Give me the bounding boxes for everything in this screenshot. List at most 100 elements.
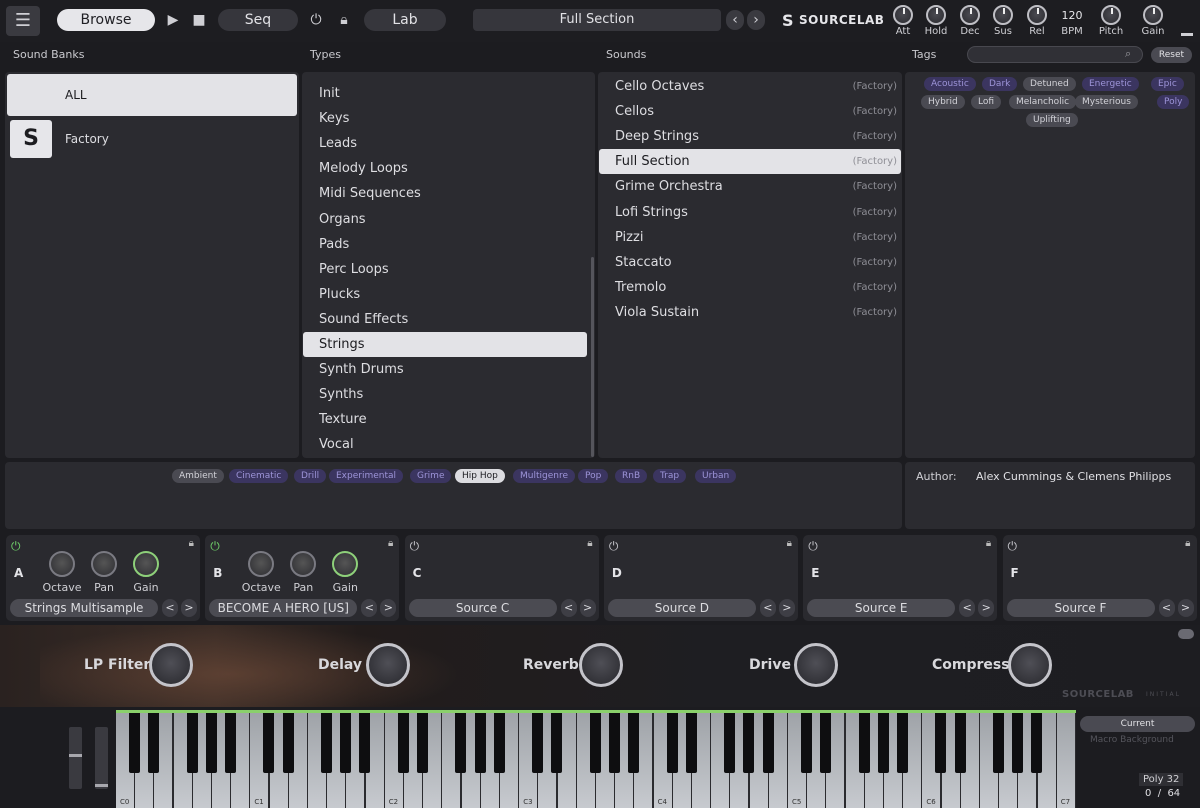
tag-poly[interactable]: Poly bbox=[1157, 95, 1190, 109]
preset-prev-button[interactable]: ‹ bbox=[726, 10, 744, 30]
black-key[interactable] bbox=[359, 713, 371, 773]
black-key[interactable] bbox=[474, 713, 486, 773]
type-item-strings[interactable]: Strings bbox=[303, 332, 587, 357]
black-key[interactable] bbox=[532, 713, 544, 773]
sound-item-staccato[interactable]: Staccato (Factory) bbox=[599, 250, 901, 275]
black-key[interactable] bbox=[340, 713, 352, 773]
hold-knob[interactable] bbox=[926, 5, 946, 25]
browse-button[interactable]: Browse bbox=[57, 9, 155, 31]
type-item-leads[interactable]: Leads bbox=[303, 131, 591, 156]
type-item-plucks[interactable]: Plucks bbox=[303, 282, 591, 307]
gain-knob[interactable] bbox=[1143, 5, 1163, 25]
black-key[interactable] bbox=[205, 713, 217, 773]
black-key[interactable] bbox=[1031, 713, 1043, 773]
type-item-synths[interactable]: Synths bbox=[303, 382, 591, 407]
lab-button[interactable]: Lab bbox=[364, 9, 446, 31]
mod-wheel[interactable] bbox=[95, 727, 108, 789]
lock-icon[interactable]: 🔒︎ bbox=[587, 538, 592, 549]
tag-lofi[interactable]: Lofi bbox=[971, 95, 1002, 109]
black-key[interactable] bbox=[148, 713, 160, 773]
black-key[interactable] bbox=[397, 713, 409, 773]
type-item-init[interactable]: Init bbox=[303, 81, 591, 106]
tag-acoustic[interactable]: Acoustic bbox=[924, 77, 976, 91]
bank-item-all[interactable]: ALL bbox=[7, 74, 297, 116]
att-knob[interactable] bbox=[893, 5, 913, 25]
black-key[interactable] bbox=[321, 713, 332, 773]
macro-knob-drive[interactable] bbox=[794, 643, 838, 687]
black-key[interactable] bbox=[129, 713, 140, 773]
black-key[interactable] bbox=[1012, 713, 1024, 773]
genre-tag-ambient[interactable]: Ambient bbox=[172, 469, 224, 483]
black-key[interactable] bbox=[935, 713, 947, 773]
black-key[interactable] bbox=[628, 713, 640, 773]
black-key[interactable] bbox=[954, 713, 966, 773]
dec-knob[interactable] bbox=[960, 5, 980, 25]
macro-toggle-button[interactable] bbox=[1178, 629, 1194, 639]
gain-knob[interactable] bbox=[332, 551, 359, 577]
types-scrollbar[interactable] bbox=[591, 257, 594, 457]
genre-tag-multigenre[interactable]: Multigenre bbox=[513, 469, 575, 483]
black-key[interactable] bbox=[493, 713, 505, 773]
genre-tag-pop[interactable]: Pop bbox=[578, 469, 609, 483]
pitch-knob[interactable] bbox=[1101, 5, 1121, 25]
preset-next-button[interactable]: › bbox=[747, 10, 765, 30]
type-item-midi-sequences[interactable]: Midi Sequences bbox=[303, 181, 591, 206]
power-icon[interactable]: ⏻ bbox=[1008, 539, 1018, 554]
pitch-wheel[interactable] bbox=[69, 727, 82, 789]
genre-tag-drill[interactable]: Drill bbox=[294, 469, 327, 483]
lock-icon[interactable]: 🔒︎ bbox=[334, 9, 354, 31]
lock-icon[interactable]: 🔒︎ bbox=[787, 538, 792, 549]
pan-knob[interactable] bbox=[91, 551, 117, 577]
type-item-perc-loops[interactable]: Perc Loops bbox=[303, 257, 591, 282]
type-item-sound-effects[interactable]: Sound Effects bbox=[303, 307, 591, 332]
bank-item-factory[interactable]: S Factory bbox=[7, 118, 297, 160]
white-key[interactable] bbox=[1056, 713, 1076, 808]
type-item-vocal[interactable]: Vocal bbox=[303, 432, 591, 457]
source-next-button[interactable]: > bbox=[978, 599, 995, 617]
tag-energetic[interactable]: Energetic bbox=[1082, 77, 1139, 91]
power-icon[interactable]: ⏻ bbox=[808, 539, 818, 554]
black-key[interactable] bbox=[263, 713, 275, 773]
macro-knob-delay[interactable] bbox=[366, 643, 410, 687]
black-key[interactable] bbox=[743, 713, 755, 773]
tag-melancholic[interactable]: Melancholic bbox=[1009, 95, 1077, 109]
genre-tag-trap[interactable]: Trap bbox=[653, 469, 687, 483]
black-key[interactable] bbox=[551, 713, 563, 773]
sound-item-viola-sustain[interactable]: Viola Sustain (Factory) bbox=[599, 300, 901, 325]
source-selector[interactable]: Source D bbox=[607, 599, 756, 617]
power-icon[interactable]: ⏻ bbox=[210, 539, 220, 554]
black-key[interactable] bbox=[897, 713, 908, 773]
genre-tag-cinematic[interactable]: Cinematic bbox=[229, 469, 289, 483]
tag-dark[interactable]: Dark bbox=[982, 77, 1018, 91]
black-key[interactable] bbox=[589, 713, 601, 773]
genre-tag-rnb[interactable]: RnB bbox=[615, 469, 648, 483]
tag-hybrid[interactable]: Hybrid bbox=[921, 95, 965, 109]
rel-knob[interactable] bbox=[1027, 5, 1047, 25]
genre-tag-hip-hop[interactable]: Hip Hop bbox=[455, 469, 505, 483]
black-key[interactable] bbox=[417, 713, 428, 773]
sus-knob[interactable] bbox=[993, 5, 1013, 25]
source-next-button[interactable]: > bbox=[1177, 599, 1194, 617]
black-key[interactable] bbox=[609, 713, 620, 773]
genre-tag-experimental[interactable]: Experimental bbox=[329, 469, 404, 483]
tag-uplifting[interactable]: Uplifting bbox=[1026, 113, 1078, 127]
octave-knob[interactable] bbox=[49, 551, 75, 577]
pan-knob[interactable] bbox=[290, 551, 317, 577]
black-key[interactable] bbox=[993, 713, 1004, 773]
sound-item-pizzi[interactable]: Pizzi (Factory) bbox=[599, 225, 901, 250]
lock-icon[interactable]: 🔒︎ bbox=[1185, 538, 1190, 549]
black-key[interactable] bbox=[762, 713, 774, 773]
source-selector[interactable]: Strings Multisample bbox=[10, 599, 158, 617]
black-key[interactable] bbox=[186, 713, 198, 773]
black-key[interactable] bbox=[724, 713, 736, 773]
black-key[interactable] bbox=[455, 713, 467, 773]
type-item-texture[interactable]: Texture bbox=[303, 407, 591, 432]
black-key[interactable] bbox=[801, 713, 812, 773]
tag-mysterious[interactable]: Mysterious bbox=[1075, 95, 1138, 109]
preset-name-display[interactable]: Full Section bbox=[473, 9, 721, 31]
source-selector[interactable]: Source E bbox=[807, 599, 956, 617]
source-selector[interactable]: Source C bbox=[408, 599, 557, 617]
lock-icon[interactable]: 🔒︎ bbox=[986, 538, 991, 549]
stop-icon[interactable]: ■ bbox=[189, 9, 209, 31]
play-icon[interactable]: ▶ bbox=[163, 9, 183, 31]
